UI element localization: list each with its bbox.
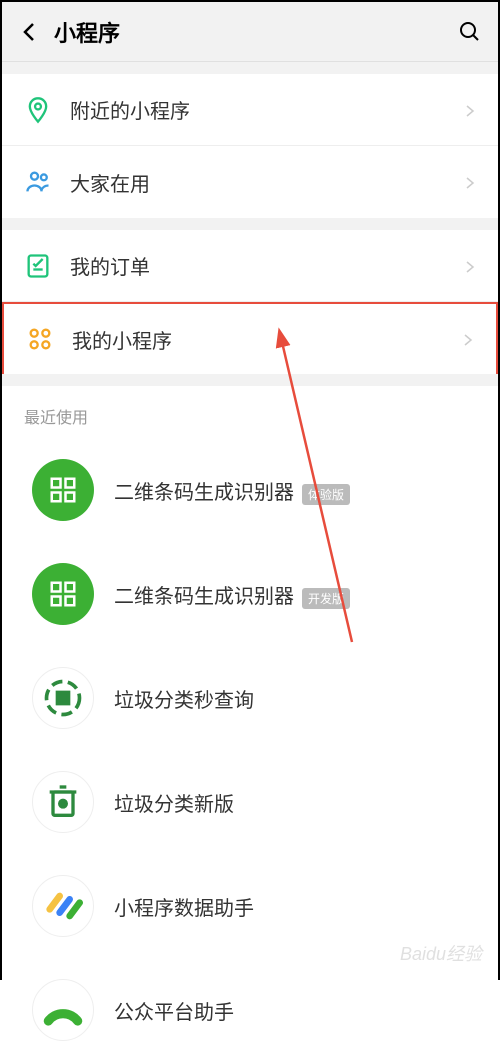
qr-icon: [32, 563, 94, 625]
location-icon: [24, 96, 52, 124]
trash-icon: [32, 771, 94, 833]
recent-item-trash[interactable]: 垃圾分类新版: [2, 750, 498, 854]
chevron-right-icon: [462, 333, 474, 345]
recent-item-qr2[interactable]: 二维条码生成识别器开发版: [2, 542, 498, 646]
recent-item-qr1[interactable]: 二维条码生成识别器体验版: [2, 438, 498, 542]
watermark: Baidu经验: [400, 940, 482, 966]
list-item-popular[interactable]: 大家在用: [2, 146, 498, 218]
divider: [2, 218, 498, 230]
badge: 体验版: [302, 484, 350, 505]
chevron-right-icon: [464, 260, 476, 272]
app-label: 小程序数据助手: [114, 892, 254, 921]
order-icon: [24, 252, 52, 280]
list-item-nearby[interactable]: 附近的小程序: [2, 74, 498, 146]
stripes-icon: [32, 875, 94, 937]
arc-icon: [32, 979, 94, 1041]
my-group: 我的订单 我的小程序: [2, 230, 498, 374]
search-icon[interactable]: [458, 20, 482, 44]
divider: [2, 62, 498, 74]
people-icon: [24, 168, 52, 196]
app-label: 垃圾分类新版: [114, 788, 234, 817]
recent-header: 最近使用: [2, 386, 498, 438]
app-label: 垃圾分类秒查询: [114, 684, 254, 713]
list-item-orders[interactable]: 我的订单: [2, 230, 498, 302]
recent-item-platform-assistant[interactable]: 公众平台助手: [2, 958, 498, 1062]
page-title: 小程序: [54, 16, 458, 48]
recycle-icon: [32, 667, 94, 729]
grid-icon: [26, 325, 54, 353]
badge: 开发版: [302, 588, 350, 609]
nearby-group: 附近的小程序 大家在用: [2, 74, 498, 218]
app-label: 二维条码生成识别器体验版: [114, 476, 350, 505]
back-icon[interactable]: [18, 20, 42, 44]
list-item-my-miniprograms[interactable]: 我的小程序: [2, 302, 498, 374]
app-label: 公众平台助手: [114, 996, 234, 1025]
item-label: 附近的小程序: [70, 95, 464, 124]
chevron-right-icon: [464, 176, 476, 188]
header-bar: 小程序: [2, 2, 498, 62]
divider: [2, 374, 498, 386]
app-label: 二维条码生成识别器开发版: [114, 580, 350, 609]
qr-icon: [32, 459, 94, 521]
recent-item-recycle[interactable]: 垃圾分类秒查询: [2, 646, 498, 750]
item-label: 大家在用: [70, 168, 464, 197]
item-label: 我的小程序: [72, 325, 462, 354]
chevron-right-icon: [464, 104, 476, 116]
item-label: 我的订单: [70, 251, 464, 280]
